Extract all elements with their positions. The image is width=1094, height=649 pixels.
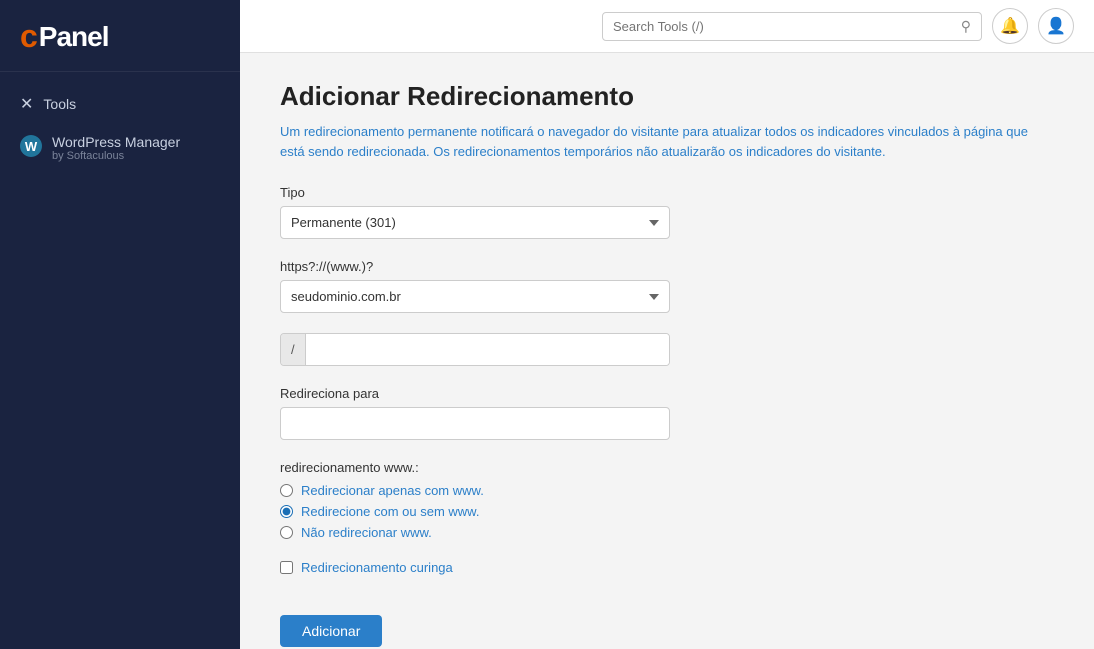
sidebar: cPanel ✕ Tools W WordPress Manager by So…: [0, 0, 240, 649]
wildcard-group: Redirecionamento curinga: [280, 560, 980, 575]
redirect-to-label: Redireciona para: [280, 386, 980, 401]
path-group: /: [280, 333, 980, 366]
main: ⚲ 🔔 👤 Adicionar Redirecionamento Um redi…: [240, 0, 1094, 649]
radio-no-www-label: Não redirecionar www.: [301, 525, 432, 540]
tools-icon: ✕: [20, 94, 33, 114]
sidebar-item-tools[interactable]: ✕ Tools: [0, 84, 240, 124]
search-input[interactable]: [613, 19, 953, 34]
search-icon: ⚲: [961, 18, 971, 35]
page-title: Adicionar Redirecionamento: [280, 53, 1054, 122]
sidebar-tools-label: Tools: [43, 96, 76, 112]
www-label: redirecionamento www.:: [280, 460, 980, 475]
wordpress-subtitle: by Softaculous: [52, 150, 180, 162]
content: Adicionar Redirecionamento Um redirecion…: [240, 53, 1094, 649]
sidebar-item-wordpress[interactable]: W WordPress Manager by Softaculous: [0, 124, 240, 172]
type-select[interactable]: Permanente (301) Temporário (302): [280, 206, 670, 239]
radio-www-or-not[interactable]: Redirecione com ou sem www.: [280, 504, 980, 519]
domain-select[interactable]: seudominio.com.br: [280, 280, 670, 313]
wildcard-checkbox-label[interactable]: Redirecionamento curinga: [280, 560, 980, 575]
type-group: Tipo Permanente (301) Temporário (302): [280, 185, 980, 239]
path-input-group: /: [280, 333, 670, 366]
radio-www-or-not-input[interactable]: [280, 505, 293, 518]
path-slash: /: [281, 334, 306, 365]
logo-c: c: [20, 18, 37, 55]
radio-www-only-input[interactable]: [280, 484, 293, 497]
wildcard-label: Redirecionamento curinga: [301, 560, 453, 575]
domain-label: https?://(www.)?: [280, 259, 980, 274]
wordpress-text: WordPress Manager by Softaculous: [52, 134, 180, 162]
radio-www-only-label: Redirecionar apenas com www.: [301, 483, 484, 498]
header: ⚲ 🔔 👤: [240, 0, 1094, 53]
www-group: redirecionamento www.: Redirecionar apen…: [280, 460, 980, 540]
domain-group: https?://(www.)? seudominio.com.br: [280, 259, 980, 313]
page-description: Um redirecionamento permanente notificar…: [280, 122, 1054, 161]
sidebar-logo: cPanel: [0, 0, 240, 72]
sidebar-nav: ✕ Tools W WordPress Manager by Softaculo…: [0, 72, 240, 184]
add-button[interactable]: Adicionar: [280, 615, 382, 647]
search-bar[interactable]: ⚲: [602, 12, 982, 41]
path-input[interactable]: [306, 334, 669, 365]
wordpress-title: WordPress Manager: [52, 134, 180, 150]
radio-www-only[interactable]: Redirecionar apenas com www.: [280, 483, 980, 498]
notifications-button[interactable]: 🔔: [992, 8, 1028, 44]
redirect-to-group: Redireciona para: [280, 386, 980, 440]
type-label: Tipo: [280, 185, 980, 200]
logo-panel: Panel: [39, 21, 109, 53]
redirect-to-input[interactable]: [280, 407, 670, 440]
wildcard-checkbox[interactable]: [280, 561, 293, 574]
wordpress-icon: W: [20, 135, 42, 157]
user-button[interactable]: 👤: [1038, 8, 1074, 44]
radio-www-or-not-label: Redirecione com ou sem www.: [301, 504, 479, 519]
cpanel-logo: cPanel: [20, 18, 220, 55]
user-icon: 👤: [1046, 16, 1066, 36]
www-radio-group: Redirecionar apenas com www. Redirecione…: [280, 483, 980, 540]
bell-icon: 🔔: [1000, 16, 1020, 36]
redirect-form: Tipo Permanente (301) Temporário (302) h…: [280, 185, 980, 649]
radio-no-www[interactable]: Não redirecionar www.: [280, 525, 980, 540]
radio-no-www-input[interactable]: [280, 526, 293, 539]
